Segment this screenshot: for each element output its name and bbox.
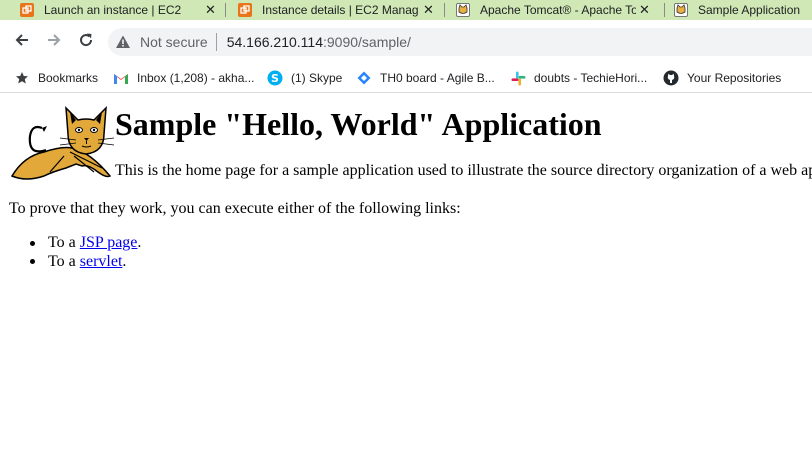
link-prefix: To a xyxy=(48,234,80,252)
tomcat-logo xyxy=(10,106,114,180)
bookmark-github[interactable]: Your Repositories xyxy=(663,68,781,88)
reload-icon xyxy=(80,33,93,47)
tab-instance-details[interactable]: Instance details | EC2 Management Consol… xyxy=(228,0,442,20)
security-status[interactable]: Not secure xyxy=(140,34,208,50)
omnibox-divider xyxy=(215,33,217,51)
github-icon xyxy=(663,70,679,86)
tab-title: Apache Tomcat® - Apache Tomcat 9 xyxy=(480,3,636,17)
tab-separator xyxy=(444,3,445,17)
back-button[interactable] xyxy=(12,30,32,50)
bullet-icon xyxy=(30,259,35,265)
instructions-text: To prove that they work, you can execute… xyxy=(9,200,461,217)
intro-paragraph: This is the home page for a sample appli… xyxy=(115,162,812,179)
gmail-icon xyxy=(113,70,129,86)
close-icon[interactable]: ✕ xyxy=(205,2,216,18)
link-prefix: To a xyxy=(48,252,80,270)
jira-icon xyxy=(356,70,372,86)
servlet-link[interactable]: servlet xyxy=(80,253,123,271)
bullet-icon xyxy=(30,240,35,246)
tab-title: Instance details | EC2 Management Consol… xyxy=(262,3,418,17)
link-suffix: . xyxy=(122,252,127,270)
tab-strip: Launch an instance | EC2 Management Cons… xyxy=(0,0,812,20)
tab-title: Launch an instance | EC2 Management Cons… xyxy=(44,3,184,17)
arrow-right-icon xyxy=(48,34,61,46)
tomcat-icon xyxy=(456,3,470,17)
tomcat-icon xyxy=(674,3,688,17)
star-icon xyxy=(14,70,30,86)
address-bar[interactable]: Not secure 54.166.210.114:9090/sample/ xyxy=(108,28,812,56)
reload-button[interactable] xyxy=(76,30,96,50)
bookmark-slack[interactable]: doubts - TechieHori... xyxy=(510,68,647,88)
arrow-left-icon xyxy=(15,34,28,46)
tab-launch-instance[interactable]: Launch an instance | EC2 Management Cons… xyxy=(0,0,222,20)
bookmark-label: Bookmarks xyxy=(38,71,99,85)
close-icon[interactable]: ✕ xyxy=(423,2,434,18)
list-item: To a servlet. xyxy=(30,253,141,272)
browser-toolbar: Not secure 54.166.210.114:9090/sample/ xyxy=(0,20,812,62)
forward-button[interactable] xyxy=(44,30,64,50)
tab-apache-tomcat[interactable]: Apache Tomcat® - Apache Tomcat 9 ✕ xyxy=(446,0,662,20)
page-content: Sample "Hello, World" Application This i… xyxy=(0,94,812,454)
slack-icon xyxy=(510,70,526,86)
tab-separator xyxy=(664,3,665,17)
bookmark-label: Your Repositories xyxy=(687,71,782,85)
skype-icon: S xyxy=(267,70,283,86)
page-title: Sample "Hello, World" Application xyxy=(115,106,602,142)
link-suffix: . xyxy=(137,234,142,252)
close-icon[interactable]: ✕ xyxy=(639,2,650,18)
aws-icon xyxy=(20,3,34,17)
bookmark-label: TH0 board - Agile B... xyxy=(380,71,495,85)
bookmark-label: Inbox (1,208) - akha... xyxy=(137,71,255,85)
links-list: To a JSP page. To a servlet. xyxy=(30,234,141,271)
bookmark-label: (1) Skype xyxy=(291,71,343,85)
tab-title: Sample Application xyxy=(698,3,801,17)
tab-sample-application[interactable]: Sample Application xyxy=(666,0,812,20)
tab-separator xyxy=(225,3,226,17)
bookmark-jira[interactable]: TH0 board - Agile B... xyxy=(356,68,495,88)
bookmark-gmail[interactable]: Inbox (1,208) - akha... xyxy=(113,68,254,88)
url-host: 54.166.210.114 xyxy=(226,34,323,50)
bookmarks-menu[interactable]: Bookmarks xyxy=(14,68,98,88)
bookmarks-bar: Bookmarks Inbox (1,208) - akha... S (1) … xyxy=(0,62,812,93)
aws-icon xyxy=(238,3,252,17)
list-item: To a JSP page. xyxy=(30,234,141,253)
url-text[interactable]: 54.166.210.114:9090/sample/ xyxy=(227,34,411,50)
svg-text:S: S xyxy=(271,72,279,85)
bookmark-label: doubts - TechieHori... xyxy=(534,71,648,85)
warning-icon[interactable] xyxy=(114,33,132,51)
jsp-page-link[interactable]: JSP page xyxy=(80,234,138,252)
url-path: :9090/sample/ xyxy=(322,34,411,50)
bookmark-skype[interactable]: S (1) Skype xyxy=(267,68,342,88)
